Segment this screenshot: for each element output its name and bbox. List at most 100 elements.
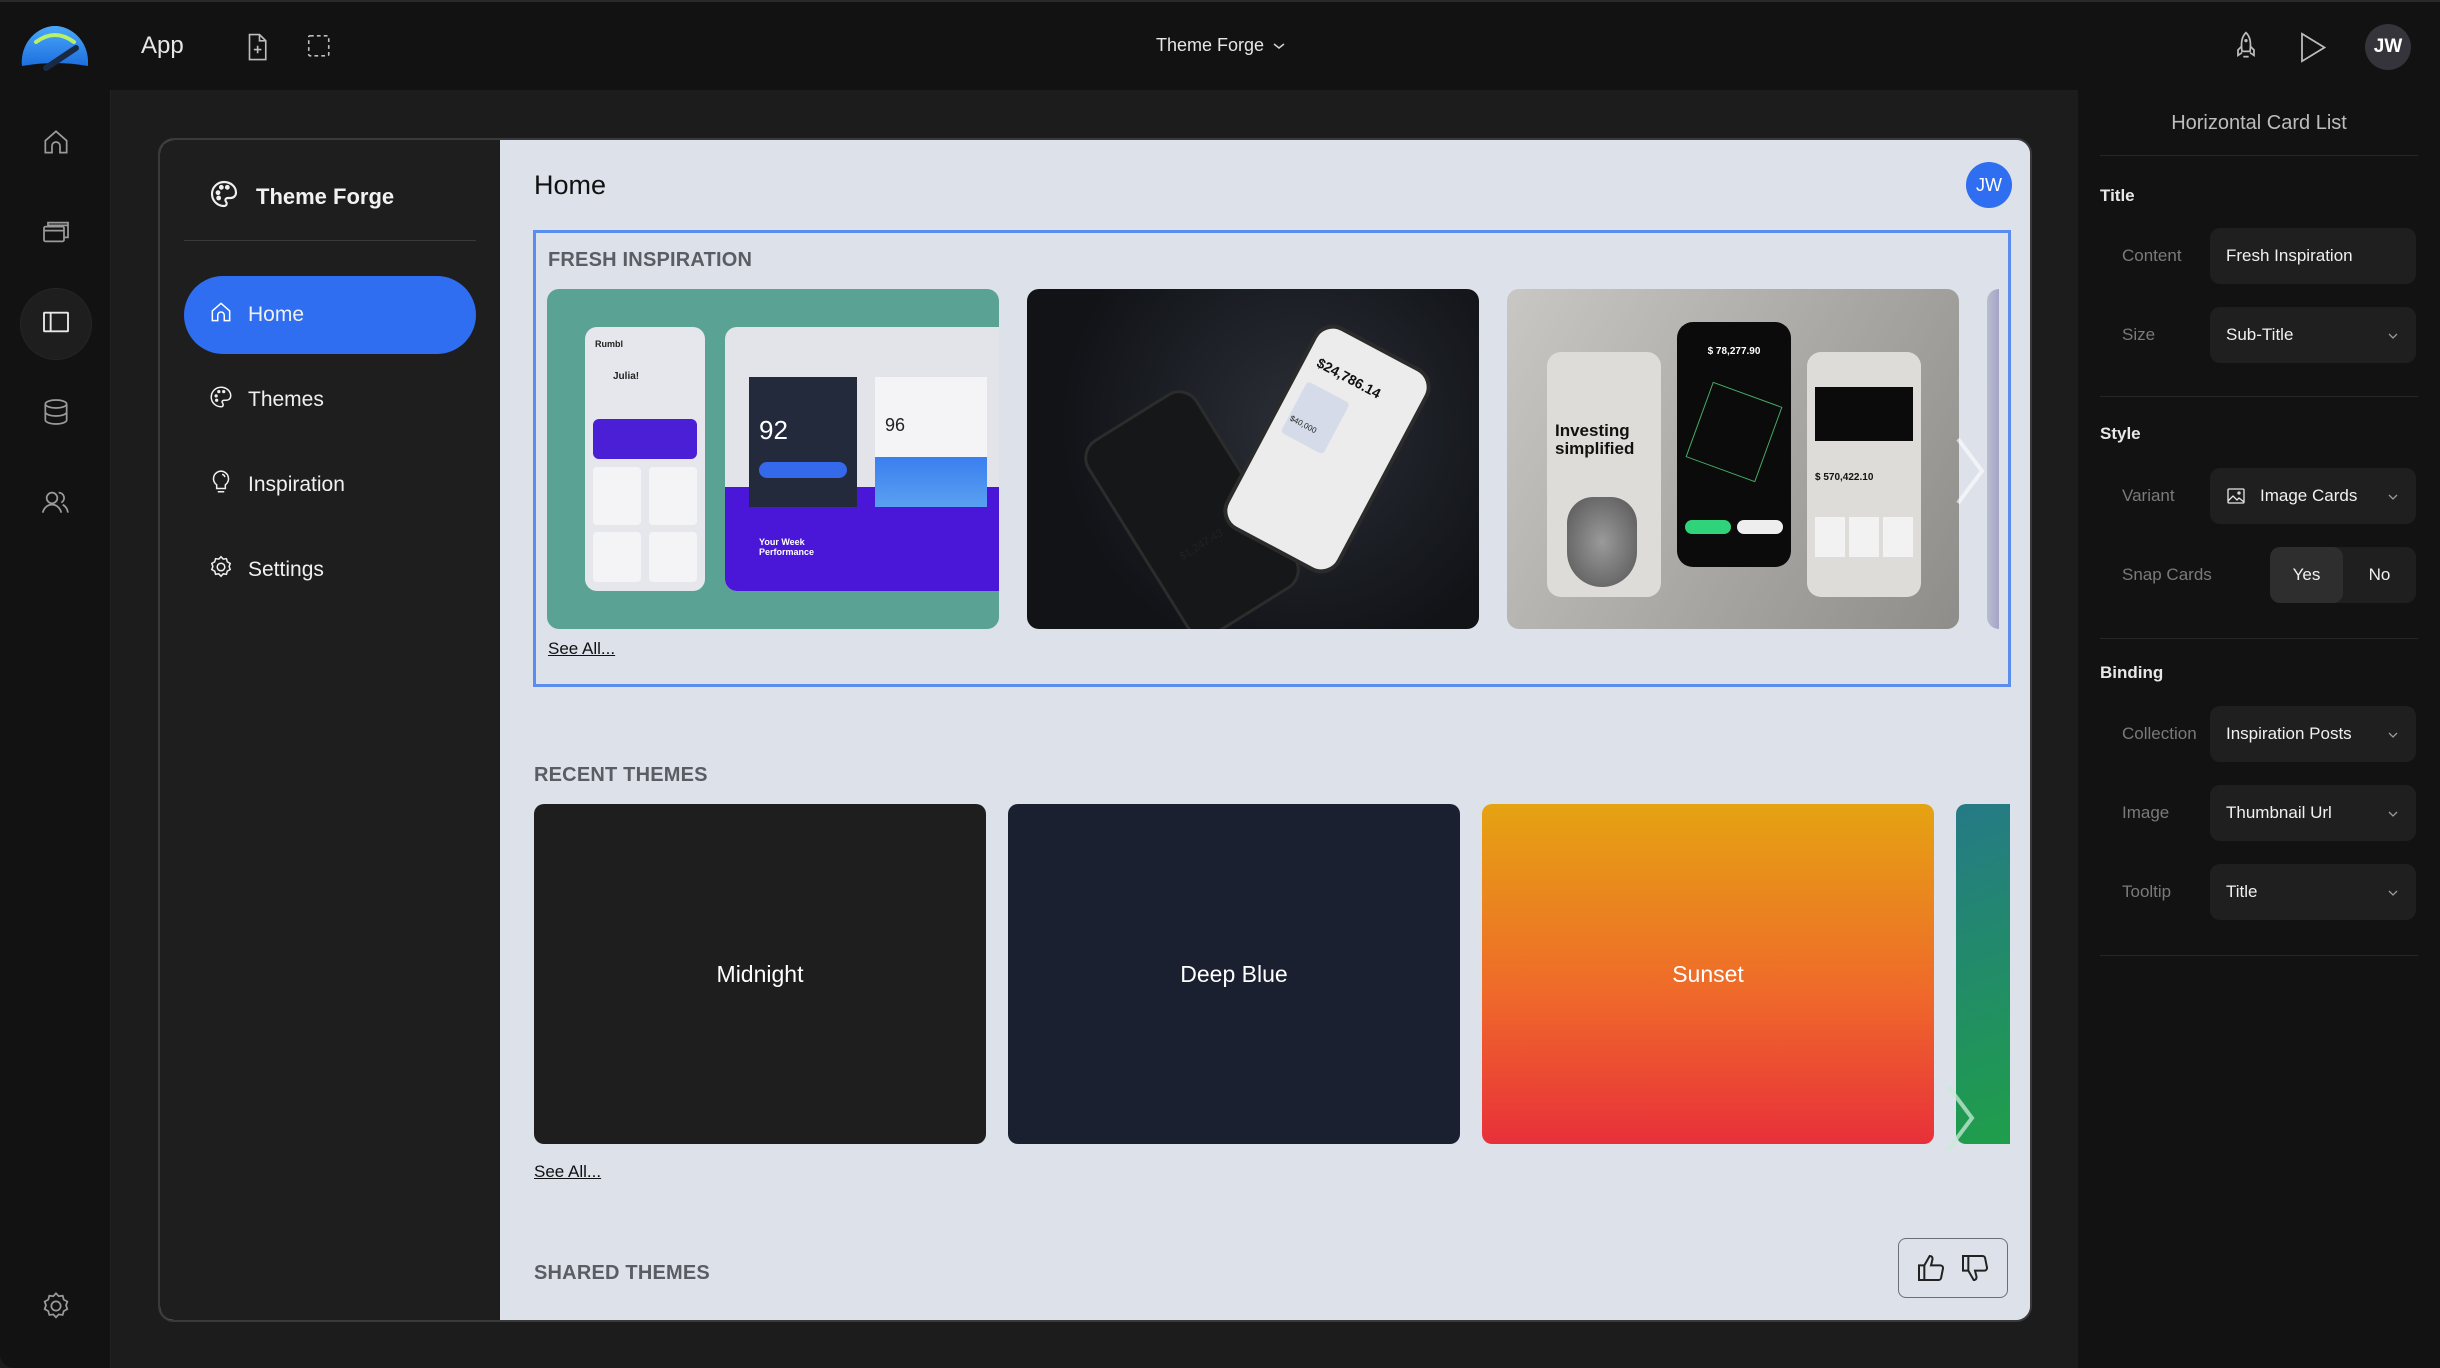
feedback-buttons <box>1898 1238 2008 1298</box>
section-binding-label: Binding <box>2100 663 2164 682</box>
chevron-right-icon[interactable] <box>1940 1078 1980 1152</box>
home-icon <box>208 299 234 331</box>
size-label: Size <box>2122 325 2156 344</box>
rail-layout[interactable] <box>20 288 92 360</box>
theme-card[interactable]: Sunset <box>1482 804 1934 1144</box>
field-value: Image Cards <box>2260 486 2358 505</box>
theme-name: Deep Blue <box>1180 960 1288 987</box>
title-size-select[interactable]: Sub-Title <box>2210 307 2416 363</box>
database-icon <box>40 396 72 433</box>
nav-item-home[interactable]: Home <box>184 276 476 354</box>
users-icon <box>40 486 72 523</box>
settings-icon <box>40 1290 72 1327</box>
chevron-down-icon <box>2386 489 2400 503</box>
theme-card-row: Midnight Deep Blue Sunset <box>534 804 2012 1144</box>
image-select[interactable]: Thumbnail Url <box>2210 785 2416 841</box>
home-icon <box>40 126 72 163</box>
title-content-input[interactable]: Fresh Inspiration <box>2210 228 2416 284</box>
rocket-icon[interactable] <box>2230 30 2262 64</box>
card-text: Your Week Performance <box>759 537 815 557</box>
page-title: Home <box>534 170 607 200</box>
nav-item-themes[interactable]: Themes <box>184 361 476 439</box>
see-all-link[interactable]: See All... <box>548 639 615 659</box>
image-icon <box>2226 486 2246 506</box>
section-heading: RECENT THEMES <box>534 764 708 786</box>
thumbs-up-icon[interactable] <box>1915 1252 1947 1284</box>
snap-cards-toggle: Yes No <box>2270 547 2416 603</box>
rail-home[interactable] <box>20 108 92 180</box>
nav-label: Themes <box>248 388 324 411</box>
card-text: $ 78,277.90 <box>1707 346 1761 357</box>
fresh-inspiration-list[interactable]: FRESH INSPIRATION Rumbl Julia! 92 96 You… <box>533 230 2011 687</box>
add-selection-icon[interactable] <box>305 32 335 62</box>
windows-icon <box>40 216 72 253</box>
app-preview-frame: Theme Forge Home Themes Inspiration Sett… <box>158 138 2032 1322</box>
field-value: Inspiration Posts <box>2226 724 2352 743</box>
tooltip-label: Tooltip <box>2122 882 2172 901</box>
card-text: 92 <box>759 415 788 445</box>
app-sidebar: Theme Forge Home Themes Inspiration Sett… <box>160 140 500 1320</box>
settings-icon <box>208 554 234 586</box>
new-page-icon[interactable] <box>242 32 272 62</box>
panel-divider <box>2100 396 2418 397</box>
main-content: Home JW FRESH INSPIRATION Rumbl Julia! 9… <box>500 140 2030 1320</box>
rail-data[interactable] <box>20 378 92 450</box>
chevron-down-icon <box>2386 885 2400 899</box>
app-label: App <box>141 32 184 59</box>
collection-select[interactable]: Inspiration Posts <box>2210 706 2416 762</box>
section-heading: FRESH INSPIRATION <box>548 249 753 271</box>
card-text: Julia! <box>613 371 640 382</box>
user-avatar[interactable]: JW <box>2365 24 2411 70</box>
theme-card[interactable]: Deep Blue <box>1008 804 1460 1144</box>
user-avatar[interactable]: JW <box>1966 162 2012 208</box>
chevron-down-icon <box>1272 35 1286 56</box>
image-label: Image <box>2122 803 2170 822</box>
rail-users[interactable] <box>20 468 92 540</box>
field-value: Sub-Title <box>2226 325 2294 344</box>
content-label: Content <box>2122 246 2182 265</box>
inspiration-card[interactable]: Investing simplified $ 78,277.90 $ 570,4… <box>1507 289 1959 629</box>
sidebar-layout-icon <box>40 306 72 343</box>
left-rail <box>0 90 111 1368</box>
card-text: Investing simplified <box>1555 421 1635 458</box>
brand-name: Theme Forge <box>256 184 395 209</box>
rail-settings[interactable] <box>20 1272 92 1344</box>
section-style-label: Style <box>2100 424 2141 443</box>
top-bar: App Theme Forge JW <box>0 0 2440 90</box>
panel-title: Horizontal Card List <box>2171 112 2347 134</box>
variant-label: Variant <box>2122 486 2175 505</box>
section-heading: SHARED THEMES <box>534 1262 710 1284</box>
see-all-link[interactable]: See All... <box>534 1162 601 1182</box>
rail-screens[interactable] <box>20 198 92 270</box>
app-logo-icon[interactable] <box>18 22 92 72</box>
thumbs-down-icon[interactable] <box>1959 1252 1991 1284</box>
lightbulb-icon <box>208 469 234 501</box>
panel-divider <box>2100 155 2418 156</box>
field-value: Title <box>2226 882 2258 901</box>
inspiration-card[interactable]: Rumbl Julia! 92 96 Your Week Performance <box>547 289 999 629</box>
panel-divider <box>2100 638 2418 639</box>
nav-label: Settings <box>248 558 324 581</box>
palette-icon <box>208 384 234 416</box>
variant-select[interactable]: Image Cards <box>2210 468 2416 524</box>
project-switcher[interactable]: Theme Forge <box>1156 35 1286 56</box>
editor-root: App Theme Forge JW Theme Forge Home Them… <box>0 0 2440 1368</box>
snap-cards-label: Snap Cards <box>2122 565 2212 584</box>
chevron-down-icon <box>2386 727 2400 741</box>
section-title-label: Title <box>2100 186 2135 205</box>
nav-item-inspiration[interactable]: Inspiration <box>184 446 476 524</box>
snap-yes-option[interactable]: Yes <box>2270 547 2343 603</box>
tooltip-select[interactable]: Title <box>2210 864 2416 920</box>
chevron-down-icon <box>2386 806 2400 820</box>
nav-item-settings[interactable]: Settings <box>184 531 476 609</box>
card-text: 96 <box>885 415 906 435</box>
snap-no-option[interactable]: No <box>2343 547 2416 603</box>
inspiration-card[interactable]: $24,786.14 $40,000 $1,247.43 <box>1027 289 1479 629</box>
theme-card[interactable]: Midnight <box>534 804 986 1144</box>
brand: Theme Forge <box>208 178 394 216</box>
field-value: Thumbnail Url <box>2226 803 2332 822</box>
nav-label: Home <box>248 303 305 326</box>
chevron-down-icon <box>2386 328 2400 342</box>
chevron-right-icon[interactable] <box>1950 431 1990 505</box>
play-icon[interactable] <box>2297 30 2327 64</box>
